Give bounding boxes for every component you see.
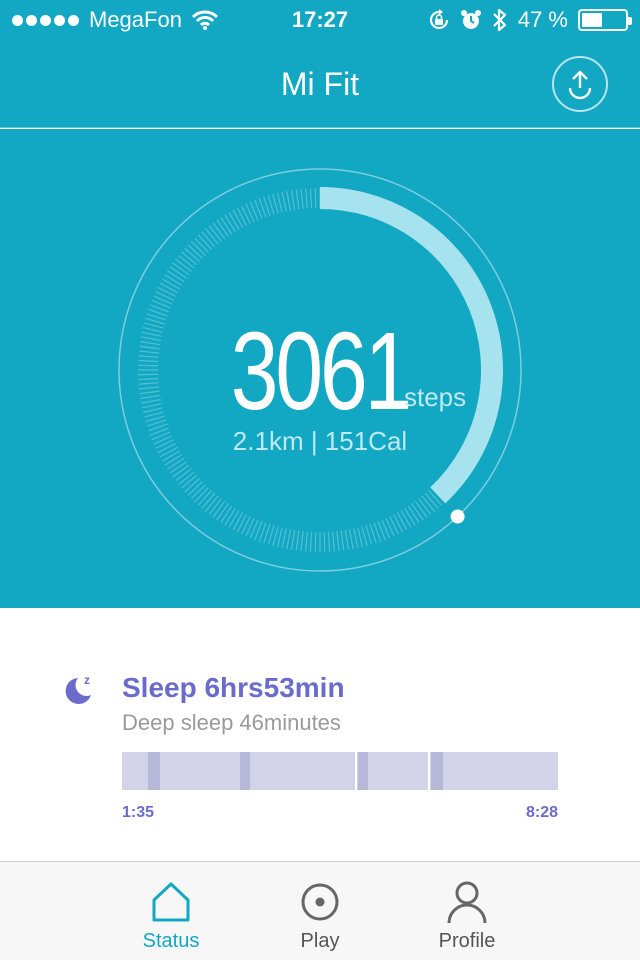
upload-icon [568,70,592,100]
deep-sleep-segment [358,752,368,790]
sleep-subtitle: Deep sleep 46minutes [122,710,341,735]
svg-text:z: z [84,673,90,687]
deep-sleep-segment [148,752,160,790]
steps-unit: steps [404,382,467,412]
rotation-lock-icon [429,9,448,30]
play-icon [301,883,339,921]
tab-bar: Status Play Profile [0,861,640,960]
home-icon [152,882,190,922]
bluetooth-icon [493,8,506,32]
upload-button[interactable] [552,56,608,112]
sleep-timeline [122,752,558,790]
battery-icon [578,9,632,31]
status-bar: MegaFon 17:27 47 % [0,0,640,40]
steps-count: 3061 [230,310,413,433]
tab-play[interactable]: Play [250,862,390,960]
battery-percent: 47 % [517,7,568,32]
nav-bar: Mi Fit [0,40,640,128]
profile-icon [447,881,487,924]
tab-profile[interactable]: Profile [397,862,537,960]
moon-icon: z [65,673,91,704]
sleep-gap [355,752,357,790]
app-title: Mi Fit [280,66,360,102]
sleep-card[interactable]: z Sleep 6hrs53min Deep sleep 46minutes 1… [0,608,640,861]
steps-panel[interactable]: 3061 steps 2.1km | 151Cal [0,129,640,608]
status-right: 47 % [428,0,632,40]
mi-fit-screen: MegaFon 17:27 47 % Mi Fit 3061 steps 2.1… [0,0,640,960]
battery-level [582,13,602,27]
sleep-title: Sleep 6hrs53min [122,672,345,703]
sleep-end-time: 8:28 [525,804,558,821]
progress-end-dot [450,509,465,524]
steps-summary: 2.1km | 151Cal [232,426,408,456]
deep-sleep-segment [431,752,443,790]
sleep-start-time: 1:35 [122,804,155,821]
tab-status-label: Status [142,930,200,952]
tab-play-label: Play [300,930,340,952]
tab-profile-label: Profile [438,930,496,952]
tab-status[interactable]: Status [101,862,241,960]
deep-sleep-segment [240,752,250,790]
alarm-icon [460,10,481,29]
sleep-gap [428,752,430,790]
